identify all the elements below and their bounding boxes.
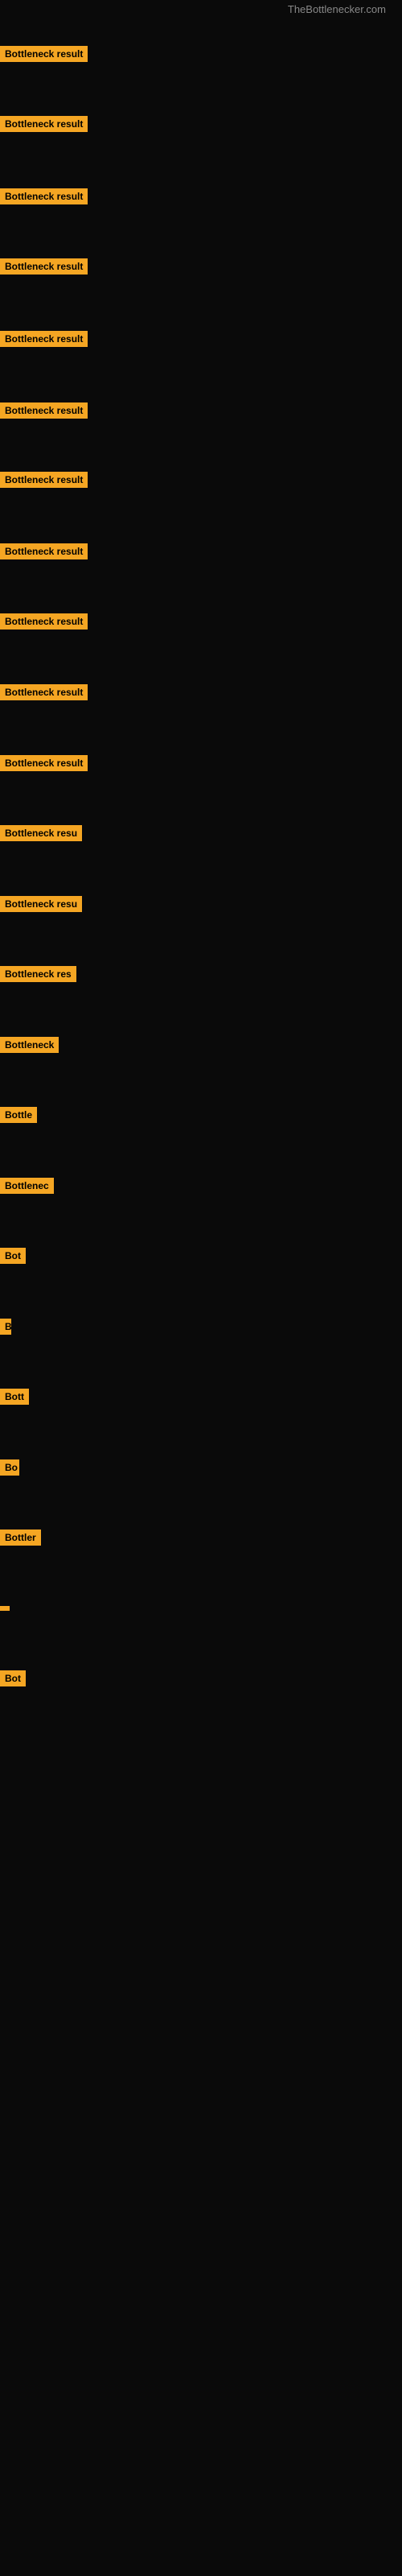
- bottleneck-label: Bottleneck result: [0, 755, 88, 771]
- bottleneck-row: Bottleneck result: [0, 46, 88, 66]
- bottleneck-label: Bottleneck result: [0, 46, 88, 62]
- bottleneck-row: Bottleneck result: [0, 543, 88, 564]
- bottleneck-label: Bot: [0, 1248, 26, 1264]
- bottleneck-label: [0, 1606, 10, 1611]
- bottleneck-label: B: [0, 1319, 11, 1335]
- bottleneck-row: Bot: [0, 1248, 26, 1268]
- site-title: TheBottlenecker.com: [288, 3, 386, 15]
- bottleneck-label: Bottleneck result: [0, 613, 88, 630]
- bottleneck-label: Bottle: [0, 1107, 37, 1123]
- bottleneck-row: Bottleneck resu: [0, 896, 82, 916]
- bottleneck-row: Bottler: [0, 1530, 41, 1550]
- bottleneck-row: Bottleneck res: [0, 966, 76, 986]
- bottleneck-label: Bottleneck result: [0, 684, 88, 700]
- bottleneck-row: Bottle: [0, 1107, 37, 1127]
- bottleneck-label: Bottlenec: [0, 1178, 54, 1194]
- bottleneck-row: Bottleneck: [0, 1037, 59, 1057]
- bottleneck-label: Bottleneck res: [0, 966, 76, 982]
- bottleneck-row: Bottleneck result: [0, 116, 88, 136]
- bottleneck-row: B: [0, 1319, 11, 1339]
- bottleneck-row: Bottleneck result: [0, 755, 88, 775]
- bottleneck-label: Bottleneck result: [0, 188, 88, 204]
- bottleneck-row: Bottleneck result: [0, 472, 88, 492]
- bottleneck-label: Bottleneck result: [0, 543, 88, 559]
- bottleneck-label: Bottleneck resu: [0, 896, 82, 912]
- bottleneck-row: Bottleneck result: [0, 331, 88, 351]
- bottleneck-label: Bottleneck result: [0, 116, 88, 132]
- bottleneck-label: Bottleneck: [0, 1037, 59, 1053]
- bottleneck-row: Bott: [0, 1389, 29, 1409]
- bottleneck-label: Bottleneck result: [0, 258, 88, 275]
- bottleneck-row: Bottlenec: [0, 1178, 54, 1198]
- bottleneck-row: Bottleneck result: [0, 188, 88, 208]
- bottleneck-label: Bottleneck result: [0, 402, 88, 419]
- bottleneck-row: Bot: [0, 1670, 26, 1690]
- bottleneck-row: Bottleneck result: [0, 258, 88, 279]
- bottleneck-row: Bottleneck result: [0, 684, 88, 704]
- bottleneck-label: Bot: [0, 1670, 26, 1686]
- bottleneck-label: Bottler: [0, 1530, 41, 1546]
- bottleneck-row: Bottleneck result: [0, 613, 88, 634]
- bottleneck-row: Bo: [0, 1459, 19, 1480]
- bottleneck-label: Bottleneck result: [0, 472, 88, 488]
- bottleneck-label: Bo: [0, 1459, 19, 1476]
- bottleneck-label: Bott: [0, 1389, 29, 1405]
- bottleneck-row: Bottleneck resu: [0, 825, 82, 845]
- bottleneck-row: [0, 1600, 10, 1615]
- bottleneck-label: Bottleneck resu: [0, 825, 82, 841]
- bottleneck-row: Bottleneck result: [0, 402, 88, 423]
- bottleneck-label: Bottleneck result: [0, 331, 88, 347]
